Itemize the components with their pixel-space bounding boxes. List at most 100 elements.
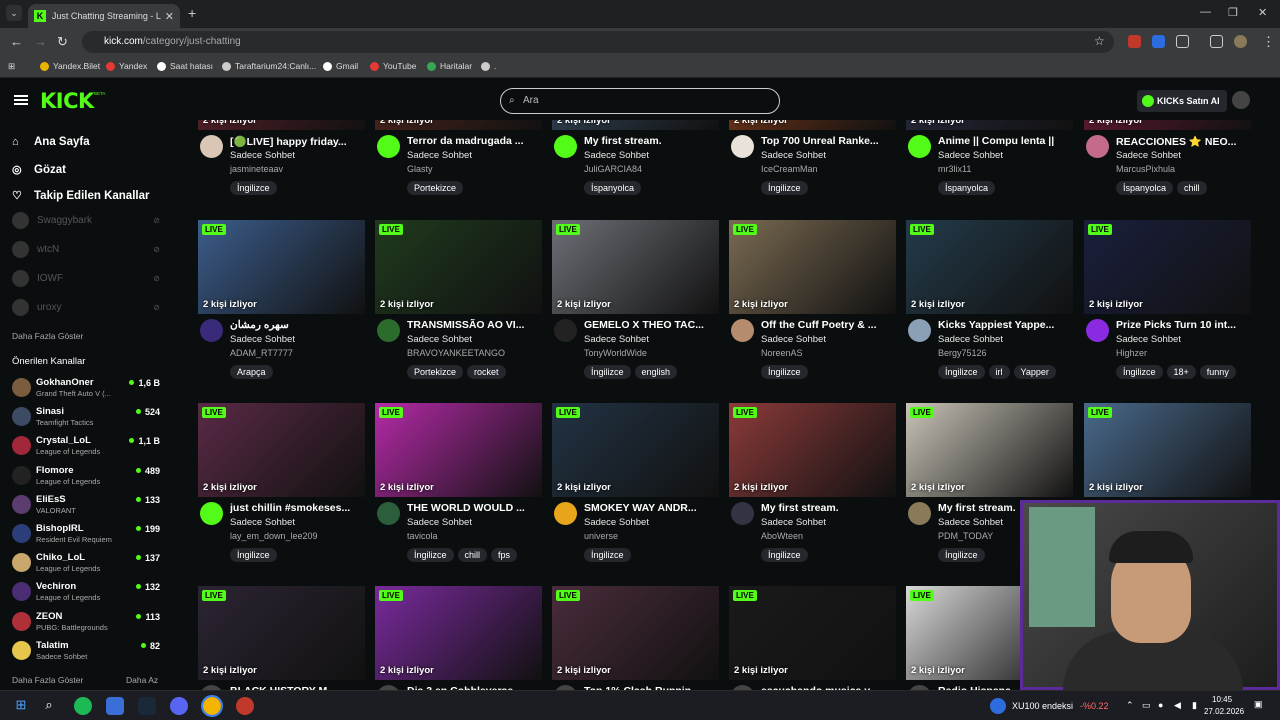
tag-pill[interactable]: İngilizce [938,548,985,562]
stream-title[interactable]: SMOKEY WAY ANDR... [584,502,718,514]
stream-thumbnail[interactable]: LIVE 2 kişi izliyor [729,586,896,680]
translate-icon[interactable] [1152,35,1165,48]
recommended-channel[interactable]: EliEsS VALORANT 133 [12,491,160,519]
bookmark-youtube[interactable]: YouTube [370,61,416,71]
windows-start-icon[interactable]: ⊞ [12,697,30,715]
close-tab-icon[interactable]: ✕ [165,10,174,23]
followed-channel[interactable]: Swaggybark ⊘ [12,212,160,229]
tag-pill[interactable]: english [634,365,678,379]
tag-pill[interactable]: chill [1177,181,1207,195]
stream-card[interactable]: 2 kişi izliyor REACCIONES ⭐ NEO... Sadec… [1084,120,1251,206]
stream-username[interactable]: MarcusPixhula [1116,164,1175,174]
tag-pill[interactable]: İngilizce [584,365,631,379]
tag-pill[interactable]: İspanyolca [1116,181,1174,195]
recommended-channel[interactable]: Talatim Sadece Sohbet 82 [12,637,160,665]
stream-username[interactable]: mr3lix11 [938,164,971,174]
followed-channel[interactable]: wtcN ⊘ [12,241,160,258]
stream-card[interactable]: LIVE 2 kişi izliyor SMOKEY WAY ANDR... S… [552,403,719,573]
stream-category[interactable]: Sadece Sohbet [230,150,295,161]
tag-pill[interactable]: İngilizce [584,548,631,562]
channel-avatar[interactable] [377,135,400,158]
followed-channel[interactable]: IOWF ⊘ [12,270,160,287]
kick-logo[interactable]: KICK [40,89,94,113]
menu-icon[interactable] [14,95,28,105]
sidebar-item-home[interactable]: ⌂ Ana Sayfa [12,136,90,148]
stream-thumbnail[interactable]: LIVE 2 kişi izliyor [1084,220,1251,314]
new-tab-icon[interactable]: + [188,5,196,21]
stream-thumbnail[interactable]: LIVE 2 kişi izliyor [552,586,719,680]
stream-card[interactable]: LIVE 2 kişi izliyor BLACK HISTORY M... [198,586,365,690]
stream-card[interactable]: LIVE 2 kişi izliyor TRANSMISSÃO AO VI...… [375,220,542,390]
clock-date[interactable]: 27.02.2026 [1204,707,1244,716]
stream-username[interactable]: Bergy75126 [938,348,987,358]
user-avatar[interactable] [1232,91,1250,109]
tag-pill[interactable]: İngilizce [407,548,454,562]
stream-thumbnail[interactable]: LIVE 2 kişi izliyor [198,220,365,314]
steam-icon[interactable] [138,697,156,715]
tag-pill[interactable]: Portekizce [407,365,464,379]
stream-category[interactable]: Sadece Sohbet [1116,150,1181,161]
show-less[interactable]: Daha Az [126,675,158,685]
restore-icon[interactable]: ❐ [1228,6,1238,19]
stream-username[interactable]: jasmineteaav [230,164,283,174]
stream-card[interactable]: LIVE 2 kişi izliyor Prize Picks Turn 10 … [1084,220,1251,390]
bookmark-yandex-bilet[interactable]: Yandex.Bilet [40,61,100,71]
show-more-followed[interactable]: Daha Fazla Göster [12,331,83,341]
stream-thumbnail[interactable]: 2 kişi izliyor [552,120,719,130]
stream-thumbnail[interactable]: 2 kişi izliyor [1084,120,1251,130]
channel-avatar[interactable] [731,319,754,342]
stream-category[interactable]: Sadece Sohbet [1116,334,1181,345]
recommended-channel[interactable]: BishopIRL Resident Evil Requiem 199 [12,520,160,548]
tag-pill[interactable]: İngilizce [761,181,808,195]
obs-icon[interactable] [236,697,254,715]
stream-title[interactable]: TRANSMISSÃO AO VI... [407,319,541,331]
tag-pill[interactable]: rocket [467,365,506,379]
stream-thumbnail[interactable]: LIVE 2 kişi izliyor [198,586,365,680]
search-input[interactable]: ⌕ Ara [500,88,780,114]
tag-pill[interactable]: fps [491,548,518,562]
recommended-channel[interactable]: Crystal_LoL League of Legends 1,1 B [12,432,160,460]
buy-kicks-button[interactable]: KICKs Satın Al [1137,90,1227,112]
recommended-channel[interactable]: ZEON PUBG: Battlegrounds 113 [12,608,160,636]
channel-avatar[interactable] [1086,135,1109,158]
stream-category[interactable]: Sadece Sohbet [761,150,826,161]
stream-category[interactable]: Sadece Sohbet [761,334,826,345]
tab-list-icon[interactable]: ⌄ [6,5,22,21]
notifications-icon[interactable]: ▣ [1254,699,1263,710]
tag-pill[interactable]: İngilizce [230,548,277,562]
stream-card[interactable]: 2 kişi izliyor Anime || Compu lenta || S… [906,120,1073,206]
channel-avatar[interactable] [554,135,577,158]
stream-category[interactable]: Sadece Sohbet [584,517,649,528]
extensions-puzzle-icon[interactable] [1176,35,1189,48]
stream-username[interactable]: lay_em_down_lee209 [230,531,318,541]
stream-thumbnail[interactable]: LIVE 2 kişi izliyor [375,403,542,497]
channel-avatar[interactable] [377,319,400,342]
stream-category[interactable]: Sadece Sohbet [938,334,1003,345]
tag-pill[interactable]: İspanyolca [584,181,642,195]
stream-card[interactable]: LIVE 2 kişi izliyor THE WORLD WOULD ... … [375,403,542,573]
stream-card[interactable]: LIVE 2 kişi izliyor just chillin #smokes… [198,403,365,573]
stream-category[interactable]: Sadece Sohbet [407,334,472,345]
tag-pill[interactable]: Arapça [230,365,273,379]
bookmark-other[interactable]: . [481,61,496,71]
channel-avatar[interactable] [731,502,754,525]
stream-thumbnail[interactable]: LIVE 2 kişi izliyor [552,403,719,497]
sidebar-item-browse[interactable]: ◎ Gözat [12,163,66,177]
spotify-icon[interactable] [74,697,92,715]
stream-title[interactable]: REACCIONES ⭐ NEO... [1116,135,1250,148]
stream-username[interactable]: Glasty [407,164,433,174]
tag-pill[interactable]: İspanyolca [938,181,996,195]
stream-card[interactable]: LIVE 2 kişi izliyor Off the Cuff Poetry … [729,220,896,390]
stream-thumbnail[interactable]: LIVE 2 kişi izliyor [375,586,542,680]
tag-pill[interactable]: chill [457,548,488,562]
mic-icon[interactable]: ● [1158,700,1163,710]
reload-icon[interactable]: ↻ [57,34,68,50]
stream-title[interactable]: Off the Cuff Poetry & ... [761,319,895,331]
channel-avatar[interactable] [908,502,931,525]
recommended-channel[interactable]: Sinasi Teamfight Tactics 524 [12,403,160,431]
channel-avatar[interactable] [200,319,223,342]
stream-category[interactable]: Sadece Sohbet [230,517,295,528]
stream-title[interactable]: just chillin #smokeses... [230,502,364,514]
stream-username[interactable]: universe [584,531,618,541]
stream-thumbnail[interactable]: LIVE 2 kişi izliyor [1084,403,1251,497]
